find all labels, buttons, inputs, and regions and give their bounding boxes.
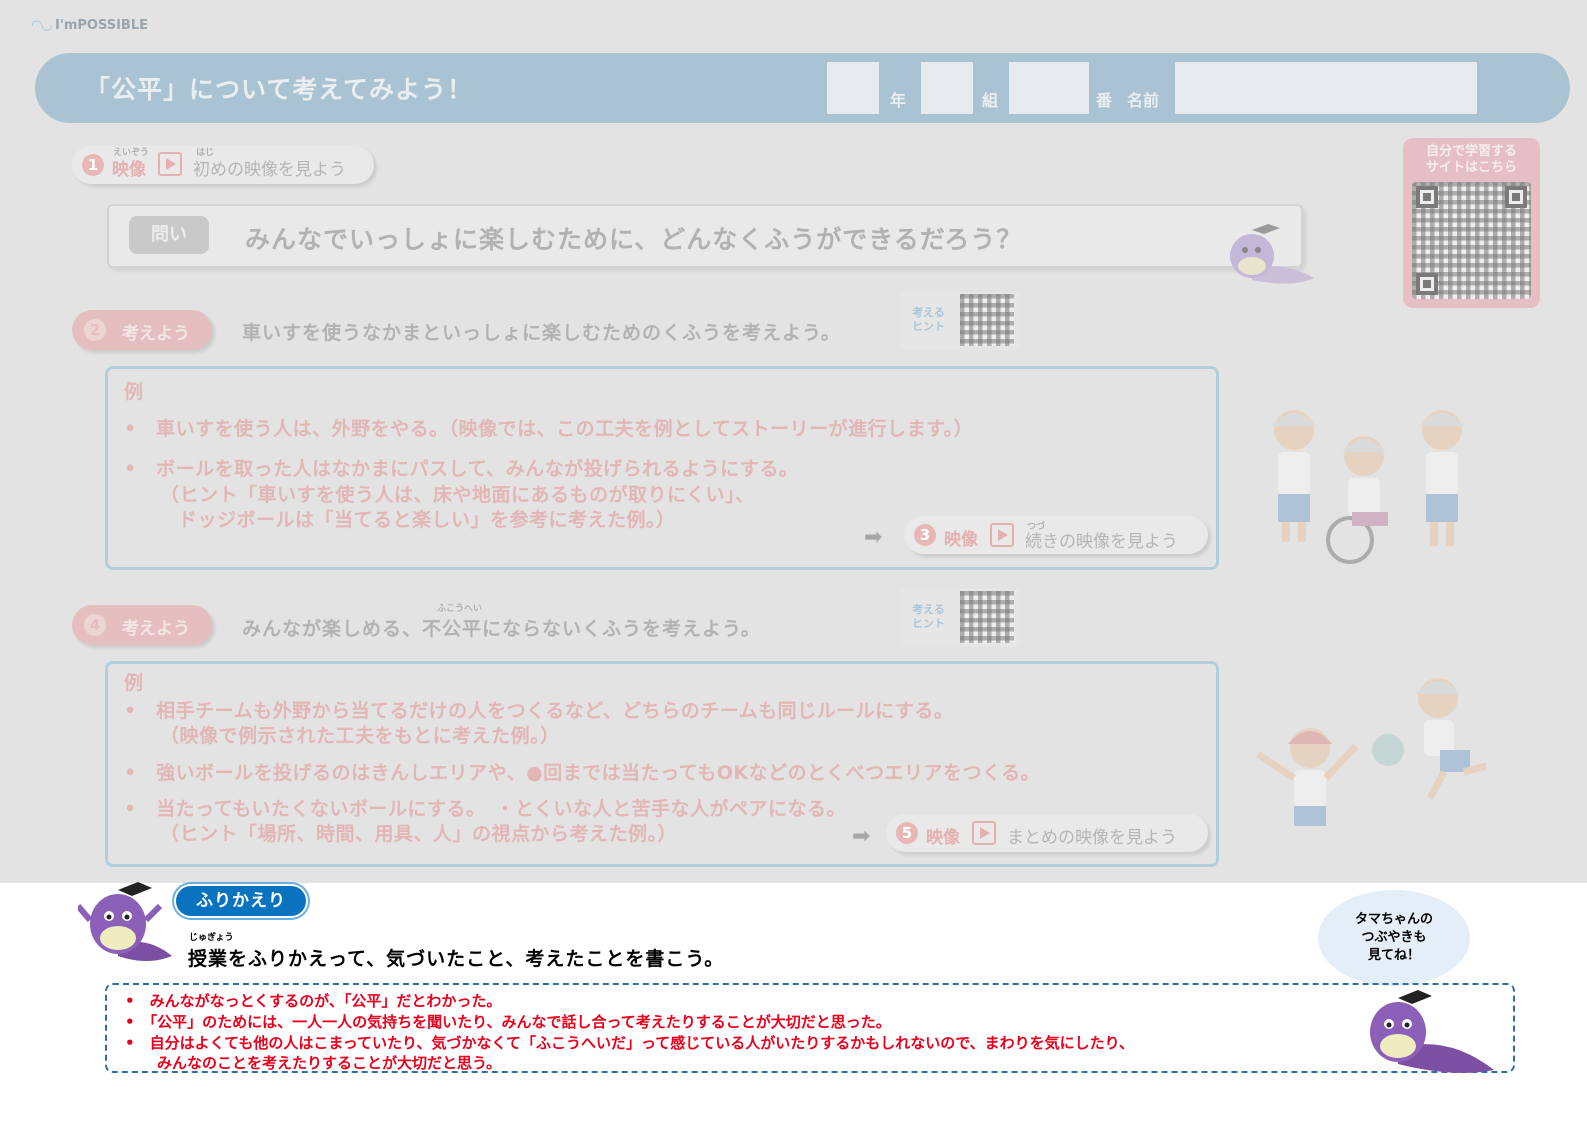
play-icon [158, 152, 182, 176]
qr-code-icon[interactable] [960, 294, 1014, 346]
question-text: みんなでいっしょに楽しむために、どんなくふうができるだろう？ [245, 225, 1023, 254]
step5-number: 5 [896, 822, 918, 844]
step2-hint-line1: 考える [912, 306, 945, 319]
arrow-right-icon: ➡ [864, 525, 883, 550]
review-answer-box[interactable]: • みんながなっとくするのが、「公平」だとわかった。 • 「公平」のためには、一… [105, 983, 1515, 1073]
step4-prompt-ruby: ふこうへい [437, 604, 483, 614]
step2-example-head: 例 [124, 381, 144, 403]
review-answer-2: • 「公平」のためには、一人一人の気持ちを聞いたり、みんなで話し合って考えたりす… [125, 1013, 891, 1031]
review-tag: ふりかえり [174, 884, 308, 918]
step2-example-sub1: （ヒント「車いすを使う人は、床や地面にあるものが取りにくい」、 [160, 484, 755, 506]
qr-finder-icon [1505, 186, 1527, 208]
qr-code-icon[interactable] [1412, 182, 1531, 299]
review-answer-3: • 自分はよくても他の人はこまっていたり、気づかなくて「ふこうへいだ」って感じて… [125, 1034, 1135, 1052]
class-field[interactable] [921, 62, 973, 114]
self-study-label: 自分で学習する サイトはこちら [1403, 144, 1540, 176]
question-tag: 問い [129, 216, 209, 254]
step4-number: 4 [84, 614, 106, 636]
step4-label: 考えよう [122, 619, 190, 639]
step4-hint-line2: ヒント [912, 617, 945, 630]
step3-number: 3 [914, 524, 936, 546]
self-study-qr-panel[interactable]: 自分で学習する サイトはこちら [1403, 138, 1540, 308]
step2-example-sub2: ドッジボールは「当てると楽しい」を参考に考えた例。） [178, 509, 676, 531]
step3-text: 続きの映像を見よう [1025, 532, 1178, 552]
step4-hint-qr[interactable]: 考える ヒント [900, 589, 1020, 647]
step4-example-3: • 当たってもいたくないボールにする。 ・とくいな人と苦手な人がペアになる。 [124, 798, 846, 820]
impossible-logo: ◠◡ I'mPOSSIBLE [32, 18, 148, 33]
speech-bubble-text: タマちゃんの つぶやきも 見てね！ [1318, 911, 1470, 965]
dodgeball-illustration-icon [1256, 678, 1487, 826]
step4-example-2: • 強いボールを投げるのはきんしエリアや、●回までは当たってもOKなどのとくべつ… [124, 762, 1041, 784]
page-title: 「公平」について考えてみよう！ [85, 75, 474, 104]
mascot-tama-icon [1370, 990, 1494, 1073]
step2-example-1: • 車いすを使う人は、外野をやる。（映像では、この工夫を例としてストーリーが進行… [124, 418, 974, 440]
number-field[interactable] [1009, 62, 1089, 114]
qr-code-icon[interactable] [960, 591, 1014, 643]
speech-bubble-line3: 見てね！ [1367, 948, 1420, 963]
qr-finder-icon [1416, 186, 1438, 208]
step4-prompt: みんなが楽しめる、不公平にならないくふうを考えよう。 [242, 618, 761, 640]
step4-example-1: • 相手チームも外野から当てるだけの人をつくるなど、どちらのチームも同じルールに… [124, 700, 954, 722]
step3-label: 映像 [944, 530, 978, 550]
step4-example-3-sub: （ヒント「場所、時間、用具、人」の視点から考えた例。） [160, 823, 678, 845]
class-label: 組 [982, 91, 999, 110]
self-study-label-line1: 自分で学習する [1425, 144, 1517, 159]
step5-video-pill[interactable]: 5 映像 まとめの映像を見よう [886, 814, 1208, 852]
step4-example-1-sub: （映像で例示された工夫をもとに考えた例。） [160, 725, 560, 747]
speech-bubble: タマちゃんの つぶやきも 見てね！ [1318, 890, 1470, 986]
name-field[interactable] [1175, 62, 1477, 114]
step1-number: 1 [82, 154, 104, 176]
step2-hint-label: 考える ヒント [912, 306, 945, 334]
logo-text: I'mPOSSIBLE [55, 18, 148, 33]
children-illustration-icon [1272, 410, 1464, 564]
number-label: 番 [1096, 91, 1113, 110]
arrow-right-icon: ➡ [852, 824, 871, 849]
step1-video-pill[interactable]: 1 えいぞう 映像 はじ 初めの映像を見よう [72, 146, 374, 184]
step3-video-pill[interactable]: 3 映像 つづ 続きの映像を見よう [904, 516, 1208, 554]
step2-hint-qr[interactable]: 考える ヒント [900, 292, 1020, 350]
step2-hint-line2: ヒント [912, 320, 945, 333]
speech-bubble-line1: タマちゃんの [1354, 912, 1433, 927]
step4-hint-line1: 考える [912, 603, 945, 616]
play-icon [972, 821, 996, 845]
step2-think-pill: 2 考えよう [72, 310, 212, 350]
step4-hint-label: 考える ヒント [912, 603, 945, 631]
play-icon [990, 523, 1014, 547]
step2-label: 考えよう [122, 324, 190, 344]
qr-finder-icon [1416, 273, 1438, 295]
name-label: 名前 [1127, 91, 1160, 110]
step4-think-pill: 4 考えよう [72, 605, 212, 645]
step4-example-head: 例 [124, 672, 144, 694]
review-answer-1: • みんながなっとくするのが、「公平」だとわかった。 [125, 992, 502, 1010]
step1-label: 映像 [112, 160, 146, 180]
question-box: 問い みんなでいっしょに楽しむために、どんなくふうができるだろう？ [107, 204, 1303, 268]
step5-text: まとめの映像を見よう [1007, 828, 1177, 848]
step2-prompt: 車いすを使うなかまといっしょに楽しむためのくふうを考えよう。 [242, 322, 841, 344]
logo-swirl-icon: ◠◡ [32, 18, 52, 33]
speech-bubble-line2: つぶやきも [1361, 930, 1427, 945]
header-bar: 「公平」について考えてみよう！ 年 組 番 名前 [35, 53, 1570, 123]
review-prompt: 授業をふりかえって、気づいたこと、考えたことを書こう。 [188, 948, 725, 970]
step2-number: 2 [84, 319, 106, 341]
step1-text: 初めの映像を見よう [193, 160, 346, 180]
review-prompt-ruby: じゅぎょう [189, 933, 234, 943]
year-field[interactable] [827, 62, 879, 114]
mascot-tama-icon [78, 882, 172, 961]
self-study-label-line2: サイトはこちら [1425, 160, 1517, 175]
step2-example-2: • ボールを取った人はなかまにパスして、みんなが投げられるようにする。 [124, 458, 799, 480]
year-label: 年 [890, 91, 907, 110]
step5-label: 映像 [926, 828, 960, 848]
mascot-tama-icon [1230, 224, 1314, 284]
review-answer-3-continuation: みんなのことを考えたりすることが大切だと思う。 [157, 1054, 502, 1072]
